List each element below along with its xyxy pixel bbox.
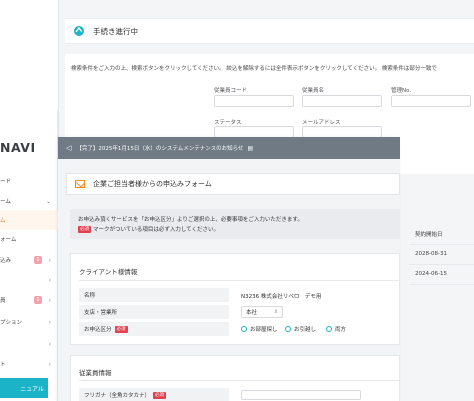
chevron-down-icon: ⌄ (45, 197, 51, 205)
section-title: クライアント様情報 (79, 268, 138, 276)
screen: 手続き進行中 検索条件をご入力の上、検索ボタンをクリックしてください。 絞込を解… (0, 0, 474, 401)
contract-start-header: 契約開始日 (415, 232, 443, 238)
instruction-line-required: 必須 マークがついている項目は必ず入力してください。 (78, 225, 392, 235)
radio-label: お引越し (294, 327, 317, 333)
sidebar-item-options[interactable]: プション › (0, 312, 58, 332)
section-title: 従業員情報 (79, 369, 112, 377)
divider (79, 280, 399, 281)
sidebar-item-blank-2[interactable]: › (0, 334, 58, 354)
divider (79, 380, 399, 381)
branch-select[interactable]: 本社 ⇕ (241, 306, 283, 318)
chevron-right-icon: › (48, 256, 51, 264)
chevron-right-icon: › (48, 340, 51, 348)
branch-label: 支店・営業所 (79, 305, 229, 319)
name-value: N3236 株式会社リベロ デモ用 (241, 294, 322, 300)
category-label-row: お申込区分 必須 (79, 322, 229, 336)
branch-value: 本社 (246, 310, 258, 316)
furigana-label: フリガナ（全角カタカナ） (84, 393, 151, 399)
client-info-card: クライアント様情報 名称 N3236 株式会社リベロ デモ用 支店・営業所 本社… (70, 253, 400, 345)
sidebar-item-label: ード (0, 179, 12, 185)
radio-room-search[interactable]: お部屋探し (241, 325, 278, 333)
chevron-right-icon: › (48, 360, 51, 368)
mail-icon (75, 180, 85, 188)
sidebar-item-dashboard[interactable]: ード (0, 171, 58, 191)
required-tag: 必須 (153, 391, 167, 399)
category-label: お申込区分 (84, 327, 112, 333)
radio-circle (326, 326, 332, 332)
sidebar-item-label: プション (0, 320, 23, 326)
sidebar-item-applications[interactable]: 込み 1 › (0, 250, 58, 270)
sidebar-item-label: ォーム (0, 237, 17, 243)
manage-no-input[interactable] (391, 95, 471, 107)
sidebar: NAVI ード ーム ⌄ ム ォーム 込み 1 › › 員 1 › プション › (0, 110, 58, 401)
radio-label: お部屋探し (250, 327, 278, 333)
chevron-right-icon: › (48, 276, 51, 284)
application-form-window: ◁ 【完了】2025年1月15日（水）のシステムメンテナンスのお知らせ ▤ 企業… (58, 137, 400, 401)
chevron-right-icon: › (48, 296, 51, 304)
email-label: メールアドレス (302, 120, 341, 126)
manage-no-label: 管理No. (391, 88, 412, 94)
sidebar-item-label: 員 (0, 298, 6, 304)
radio-both[interactable]: 両方 (326, 325, 346, 333)
sidebar-subitem-active[interactable]: ム (0, 210, 58, 230)
employee-info-card: 従業員情報 フリガナ（全角カタカナ） 必須 (70, 355, 400, 401)
employee-code-input[interactable] (214, 95, 294, 107)
employee-name-input[interactable] (302, 95, 382, 107)
radio-moving[interactable]: お引越し (285, 325, 316, 333)
employee-code-label: 従業員コード (214, 88, 248, 94)
chevron-updown-icon: ⇕ (273, 309, 278, 315)
row-divider (409, 244, 474, 245)
required-tag: 必須 (78, 226, 91, 233)
furigana-input[interactable] (241, 390, 361, 400)
progress-icon (74, 26, 84, 36)
search-description: 検索条件をご入力の上、検索ボタンをクリックしてください。 絞込を解除するには全件… (71, 66, 437, 72)
instruction-line: お申込み頂くサービスを「お申込区分」よりご選択の上、必要事項をご入力いただきます… (78, 217, 303, 223)
sidebar-item-label: 込み (0, 258, 12, 264)
sidebar-item-label: ム (0, 218, 6, 224)
status-label: ステータス (214, 120, 242, 126)
sidebar-subitem-form[interactable]: ォーム (0, 229, 58, 249)
notification-badge: 1 (34, 256, 42, 264)
form-header: 企業ご担当者様からの申込みフォーム (66, 173, 400, 195)
furigana-label-row: フリガナ（全角カタカナ） 必須 (79, 388, 229, 401)
employee-name-label: 従業員名 (302, 88, 325, 94)
sidebar-item-label: ーム (0, 199, 11, 205)
table-cell: 2024-06-15 (415, 271, 447, 277)
document-icon: ▤ (247, 144, 254, 152)
notification-badge: 1 (34, 296, 42, 304)
name-label: 名称 (79, 288, 229, 302)
table-cell: 2028-08-31 (415, 251, 447, 257)
app-logo: NAVI (0, 140, 36, 155)
required-tag: 必須 (114, 325, 128, 333)
maintenance-notice[interactable]: ◁ 【完了】2025年1月15日（水）のシステムメンテナンスのお知らせ ▤ (58, 137, 400, 159)
page-header: 手続き進行中 (65, 18, 474, 44)
chevron-right-icon: › (48, 318, 51, 326)
row-divider (409, 264, 474, 265)
instruction-text: マークがついている項目は必ず入力してください。 (93, 227, 220, 233)
sidebar-item-label: ト (0, 362, 6, 368)
megaphone-icon: ◁ (66, 144, 72, 152)
notice-text: 【完了】2025年1月15日（水）のシステムメンテナンスのお知らせ (76, 146, 244, 152)
radio-circle (285, 326, 291, 332)
page-title: 手続き進行中 (93, 26, 138, 36)
form-instructions: お申込み頂くサービスを「お申込区分」よりご選択の上、必要事項をご入力いただきます… (70, 209, 400, 239)
radio-label: 両方 (335, 327, 347, 333)
sidebar-item-employees[interactable]: 員 1 › (0, 290, 58, 310)
form-title: 企業ご担当者様からの申込みフォーム (93, 180, 212, 188)
radio-circle (241, 326, 247, 332)
sidebar-item-form[interactable]: ーム ⌄ (0, 191, 58, 211)
sidebar-item-other[interactable]: ト › (0, 354, 58, 374)
row-divider (409, 284, 474, 285)
sidebar-item-blank-1[interactable]: › (0, 270, 58, 290)
manual-button[interactable]: ニュアル (0, 378, 48, 398)
